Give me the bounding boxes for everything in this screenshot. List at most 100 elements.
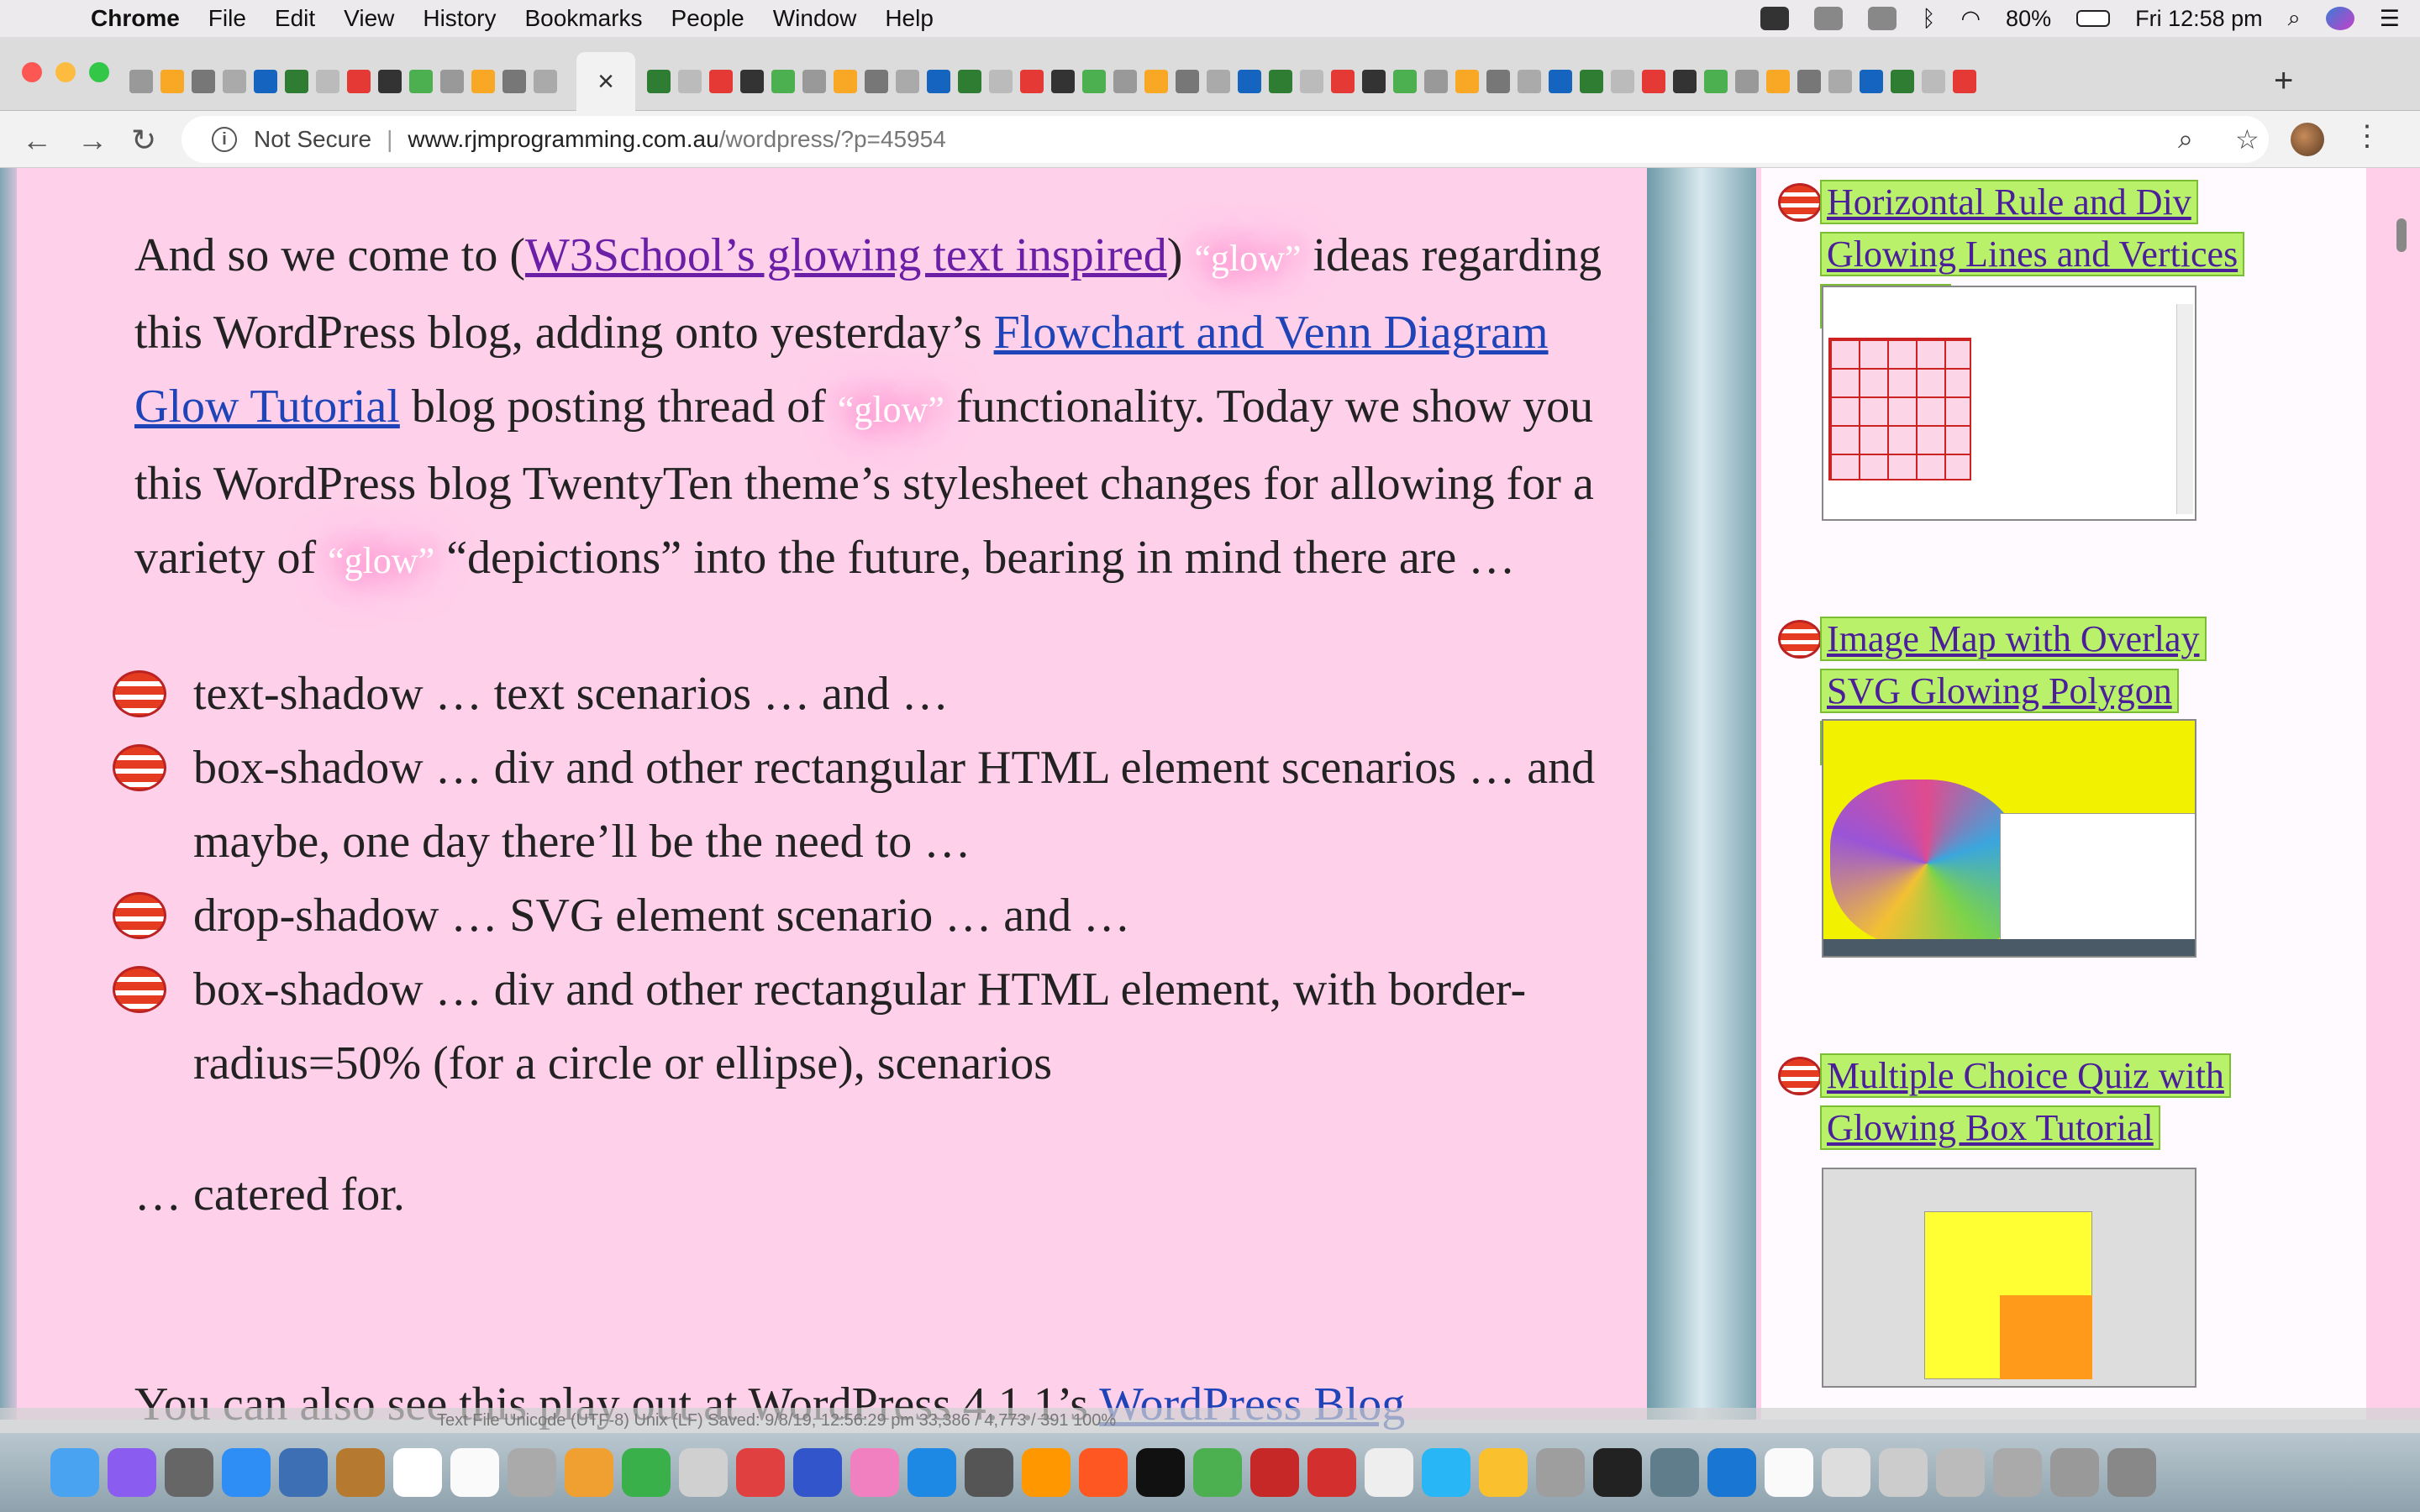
zoom-window-icon[interactable] [89,62,109,82]
new-tab-button[interactable]: + [2274,62,2293,100]
tab-favicon-icon[interactable] [896,70,919,93]
tab-favicon-icon[interactable] [1051,70,1075,93]
dock-app-icon[interactable] [565,1448,613,1497]
clock[interactable]: Fri 12:58 pm [2135,6,2263,32]
tab-favicon-icon[interactable] [502,70,526,93]
dock-app-icon[interactable] [1022,1448,1071,1497]
bookmark-star-icon[interactable]: ☆ [2235,123,2260,155]
tab-favicon-icon[interactable] [1486,70,1510,93]
tab-favicon-icon[interactable] [647,70,671,93]
dock-app-icon[interactable] [736,1448,785,1497]
siri-icon[interactable] [2325,7,2354,30]
tab-favicon-icon[interactable] [771,70,795,93]
tab-favicon-icon[interactable] [1393,70,1417,93]
dock-app-icon[interactable] [1365,1448,1413,1497]
dock-app-icon[interactable] [1936,1448,1985,1497]
tab-favicon-icon[interactable] [927,70,950,93]
dock-app-icon[interactable] [50,1448,99,1497]
w3school-link[interactable]: W3School’s glowing text inspired [525,229,1167,281]
back-arrow-icon[interactable]: ← [22,123,52,158]
tab-favicon-icon[interactable] [1518,70,1541,93]
tab-favicon-icon[interactable] [1269,70,1292,93]
tab-favicon-icon[interactable] [1642,70,1665,93]
sidebar-post[interactable]: Multiple Choice Quiz with Glowing Box Tu… [1778,1050,2249,1420]
dock-app-icon[interactable] [1136,1448,1185,1497]
dock-app-icon[interactable] [279,1448,328,1497]
tab-favicon-icon[interactable] [1797,70,1821,93]
forward-arrow-icon[interactable]: → [77,123,108,158]
tab-favicon-icon[interactable] [1238,70,1261,93]
dock-app-icon[interactable] [1707,1448,1756,1497]
dock-app-icon[interactable] [908,1448,956,1497]
tab-favicon-icon[interactable] [1424,70,1448,93]
tab-favicon-icon[interactable] [1860,70,1883,93]
spotlight-search-icon[interactable]: ⌕ [2288,5,2301,32]
dock-app-icon[interactable] [1307,1448,1356,1497]
tab-favicon-icon[interactable] [802,70,826,93]
dock-app-icon[interactable] [1650,1448,1699,1497]
notification-center-icon[interactable]: ☰ [2380,6,2400,32]
tab-favicon-icon[interactable] [1176,70,1199,93]
sidebar-post-thumbnail[interactable] [1822,286,2196,521]
tab-favicon-icon[interactable] [129,70,153,93]
airplay-icon[interactable] [1868,7,1897,30]
tab-favicon-icon[interactable] [1735,70,1759,93]
sidebar-post-title[interactable]: Multiple Choice Quiz with Glowing Box Tu… [1820,1050,2242,1154]
malwarebytes-icon[interactable] [1760,7,1790,30]
info-icon[interactable]: i [212,127,237,152]
tab-favicon-icon[interactable] [1144,70,1168,93]
tab-favicon-icon[interactable] [1082,70,1106,93]
tab-favicon-icon[interactable] [1549,70,1572,93]
tab-favicon-icon[interactable] [1828,70,1852,93]
zoom-icon[interactable]: ⌕ [2178,123,2193,155]
tab-favicon-icon[interactable] [865,70,888,93]
tab-favicon-icon[interactable] [958,70,981,93]
dock-app-icon[interactable] [508,1448,556,1497]
dock-app-icon[interactable] [1536,1448,1585,1497]
battery-icon[interactable] [2076,10,2111,27]
tab-favicon-icon[interactable] [1580,70,1603,93]
dock-app-icon[interactable] [2107,1448,2156,1497]
dock-app-icon[interactable] [1250,1448,1299,1497]
dock-app-icon[interactable] [1422,1448,1470,1497]
tab-favicon-icon[interactable] [1891,70,1914,93]
tab-favicon-icon[interactable] [678,70,702,93]
tab-favicon-icon[interactable] [1611,70,1634,93]
dock-app-icon[interactable] [1879,1448,1928,1497]
tab-favicon-icon[interactable] [1922,70,1945,93]
tab-favicon-icon[interactable] [192,70,215,93]
dock-app-icon[interactable] [1593,1448,1642,1497]
dock-app-icon[interactable] [165,1448,213,1497]
menu-window[interactable]: Window [773,5,857,32]
tab-favicon-icon[interactable] [378,70,402,93]
dock-app-icon[interactable] [1479,1448,1528,1497]
dock-app-icon[interactable] [1822,1448,1870,1497]
dock-app-icon[interactable] [222,1448,271,1497]
dock-app-icon[interactable] [336,1448,385,1497]
dock-app-icon[interactable] [393,1448,442,1497]
tab-favicon-icon[interactable] [223,70,246,93]
sidebar-post[interactable]: Image Map with Overlay SVG Glowing Polyg… [1778,613,2249,1050]
menu-edit[interactable]: Edit [275,5,315,32]
menu-file[interactable]: File [208,5,246,32]
tab-favicon-icon[interactable] [471,70,495,93]
gear-status-icon[interactable] [1814,7,1844,30]
tab-favicon-icon[interactable] [1953,70,1976,93]
dock-app-icon[interactable] [1079,1448,1128,1497]
menu-history[interactable]: History [423,5,496,32]
tab-favicon-icon[interactable] [160,70,184,93]
tab-favicon-icon[interactable] [440,70,464,93]
dock-app-icon[interactable] [679,1448,728,1497]
sidebar-post-thumbnail[interactable] [1822,719,2196,958]
dock-app-icon[interactable] [1193,1448,1242,1497]
tab-favicon-icon[interactable] [1020,70,1044,93]
tab-favicon-icon[interactable] [534,70,557,93]
dock-app-icon[interactable] [1765,1448,1813,1497]
tab-favicon-icon[interactable] [409,70,433,93]
sidebar-post[interactable]: Horizontal Rule and Div Glowing Lines an… [1778,176,2249,605]
tab-favicon-icon[interactable] [740,70,764,93]
tab-favicon-icon[interactable] [1673,70,1697,93]
tab-favicon-icon[interactable] [1331,70,1355,93]
bluetooth-icon[interactable]: ᛒ [1922,6,1935,32]
tab-favicon-icon[interactable] [285,70,308,93]
